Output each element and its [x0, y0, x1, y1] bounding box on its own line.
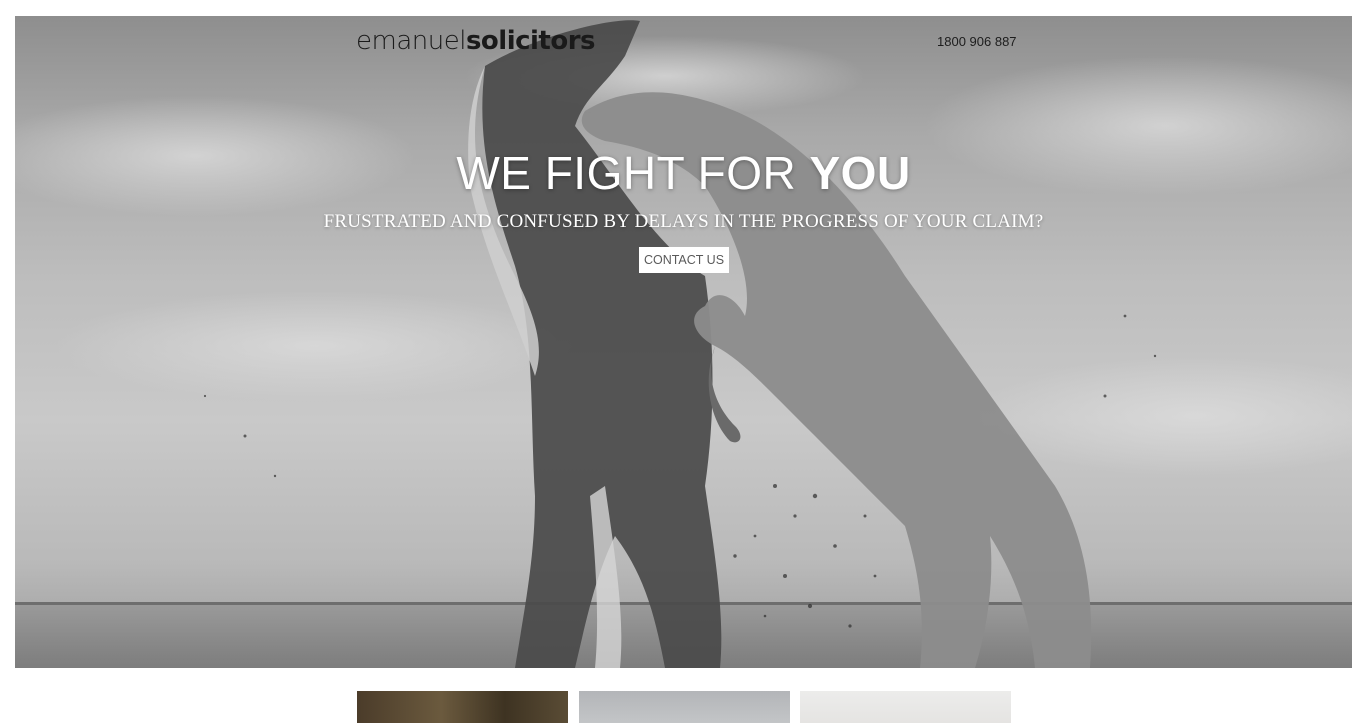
feature-thumbnail-3[interactable] [800, 691, 1011, 723]
feature-thumbnail-2[interactable] [579, 691, 790, 723]
logo-text-bold: solicitors [465, 26, 596, 56]
phone-number[interactable]: 1800 906 887 [937, 34, 1017, 49]
logo-text-light: emanuel [356, 26, 466, 56]
headline-emphasis: YOU [809, 147, 911, 199]
hero-banner: emanuelsolicitors 1800 906 887 WE FIGHT … [15, 16, 1352, 668]
feature-thumbnail-1[interactable] [357, 691, 568, 723]
hero-subheadline: FRUSTRATED AND CONFUSED BY DELAYS IN THE… [323, 211, 1044, 232]
hero-image-fighting-horses [15, 20, 1352, 668]
contact-us-button[interactable]: CONTACT US [639, 247, 729, 273]
hero-headline: WE FIGHT FOR YOU [15, 146, 1352, 200]
headline-text: WE FIGHT FOR [456, 147, 810, 199]
site-logo[interactable]: emanuelsolicitors [356, 26, 596, 56]
